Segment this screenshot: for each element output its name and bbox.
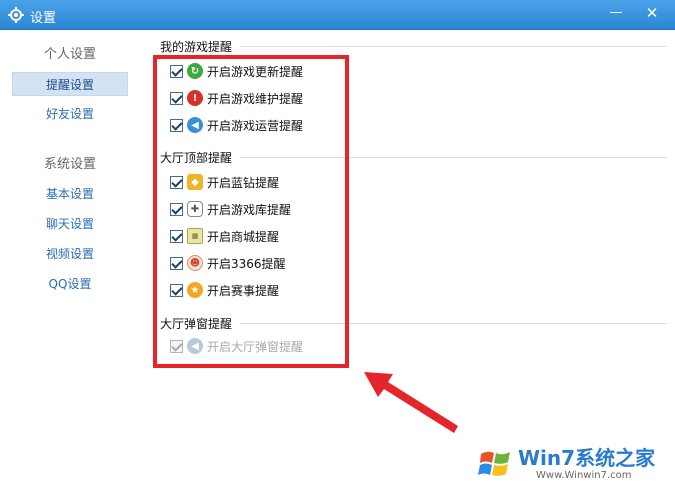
watermark-url: Www.Winwin7.com: [536, 470, 632, 481]
arrow-icon: [364, 372, 458, 433]
windows-logo-icon: [478, 451, 510, 476]
watermark: Win7系统之家 Www.Winwin7.com: [478, 440, 670, 490]
watermark-brand: Win7系统之家: [518, 446, 656, 470]
